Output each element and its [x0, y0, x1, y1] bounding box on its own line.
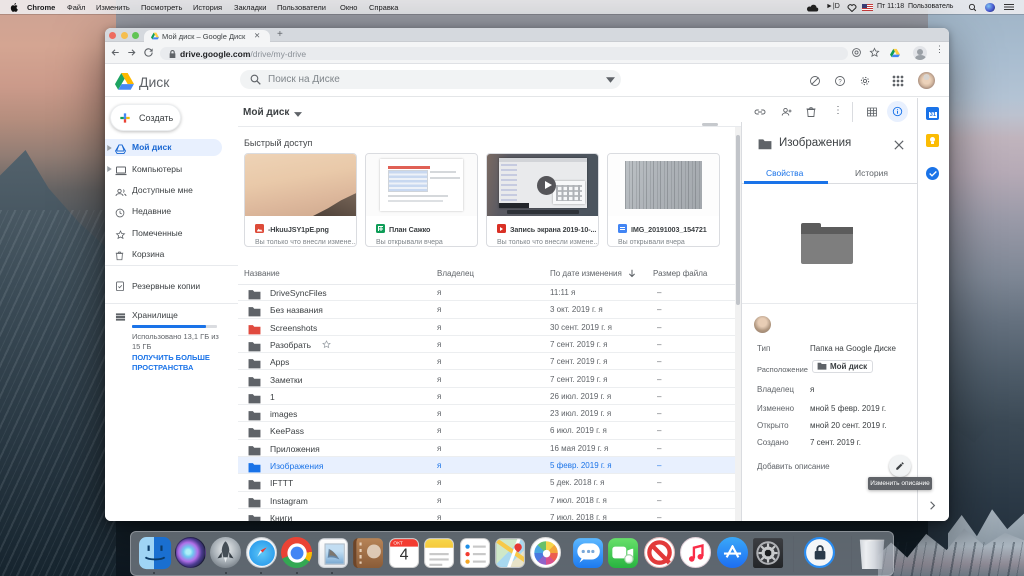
svg-text:?: ?	[838, 79, 842, 85]
